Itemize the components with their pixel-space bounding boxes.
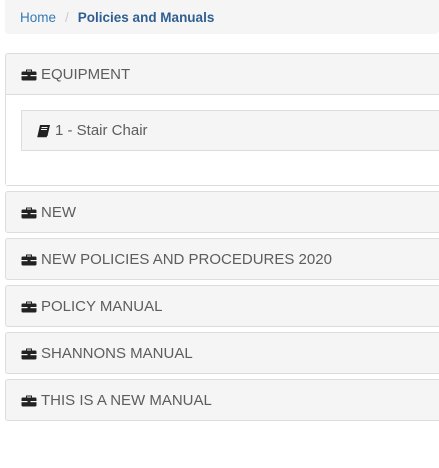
category-label: THIS IS A NEW MANUAL <box>41 391 212 409</box>
briefcase-icon <box>21 347 37 360</box>
book-icon <box>37 124 51 138</box>
category-heading-new-policies-2020[interactable]: NEW POLICIES AND PROCEDURES 2020 <box>6 239 439 279</box>
breadcrumb-current: Policies and Manuals <box>77 9 215 25</box>
category-label: EQUIPMENT <box>41 65 131 83</box>
briefcase-icon <box>21 394 37 407</box>
category-heading-new[interactable]: NEW <box>6 192 439 232</box>
briefcase-icon <box>21 300 37 313</box>
manual-item-label: 1 - Stair Chair <box>55 122 148 139</box>
breadcrumb: Home / Policies and Manuals <box>5 0 439 34</box>
manual-item-stair-chair[interactable]: 1 - Stair Chair <box>21 110 439 151</box>
category-label: NEW POLICIES AND PROCEDURES 2020 <box>41 250 332 268</box>
category-label: POLICY MANUAL <box>41 297 163 315</box>
category-body-equipment: 1 - Stair Chair <box>6 94 439 185</box>
category-heading-this-is-a-new-manual[interactable]: THIS IS A NEW MANUAL <box>6 380 439 420</box>
briefcase-icon <box>21 206 37 219</box>
breadcrumb-separator: / <box>65 9 69 25</box>
category-heading-equipment[interactable]: EQUIPMENT <box>6 54 439 94</box>
briefcase-icon <box>21 68 37 81</box>
category-panel-policy-manual: POLICY MANUAL <box>5 285 439 327</box>
category-label: NEW <box>41 203 76 221</box>
category-panel-this-is-a-new-manual: THIS IS A NEW MANUAL <box>5 379 439 421</box>
category-heading-policy-manual[interactable]: POLICY MANUAL <box>6 286 439 326</box>
category-panel-equipment: EQUIPMENT 1 - Stair Chair <box>5 53 439 186</box>
category-heading-shannons-manual[interactable]: SHANNONS MANUAL <box>6 333 439 373</box>
category-panel-new: NEW <box>5 191 439 233</box>
briefcase-icon <box>21 253 37 266</box>
category-label: SHANNONS MANUAL <box>41 344 193 362</box>
breadcrumb-home-link[interactable]: Home <box>20 10 56 25</box>
category-panel-shannons-manual: SHANNONS MANUAL <box>5 332 439 374</box>
category-panel-new-policies-2020: NEW POLICIES AND PROCEDURES 2020 <box>5 238 439 280</box>
